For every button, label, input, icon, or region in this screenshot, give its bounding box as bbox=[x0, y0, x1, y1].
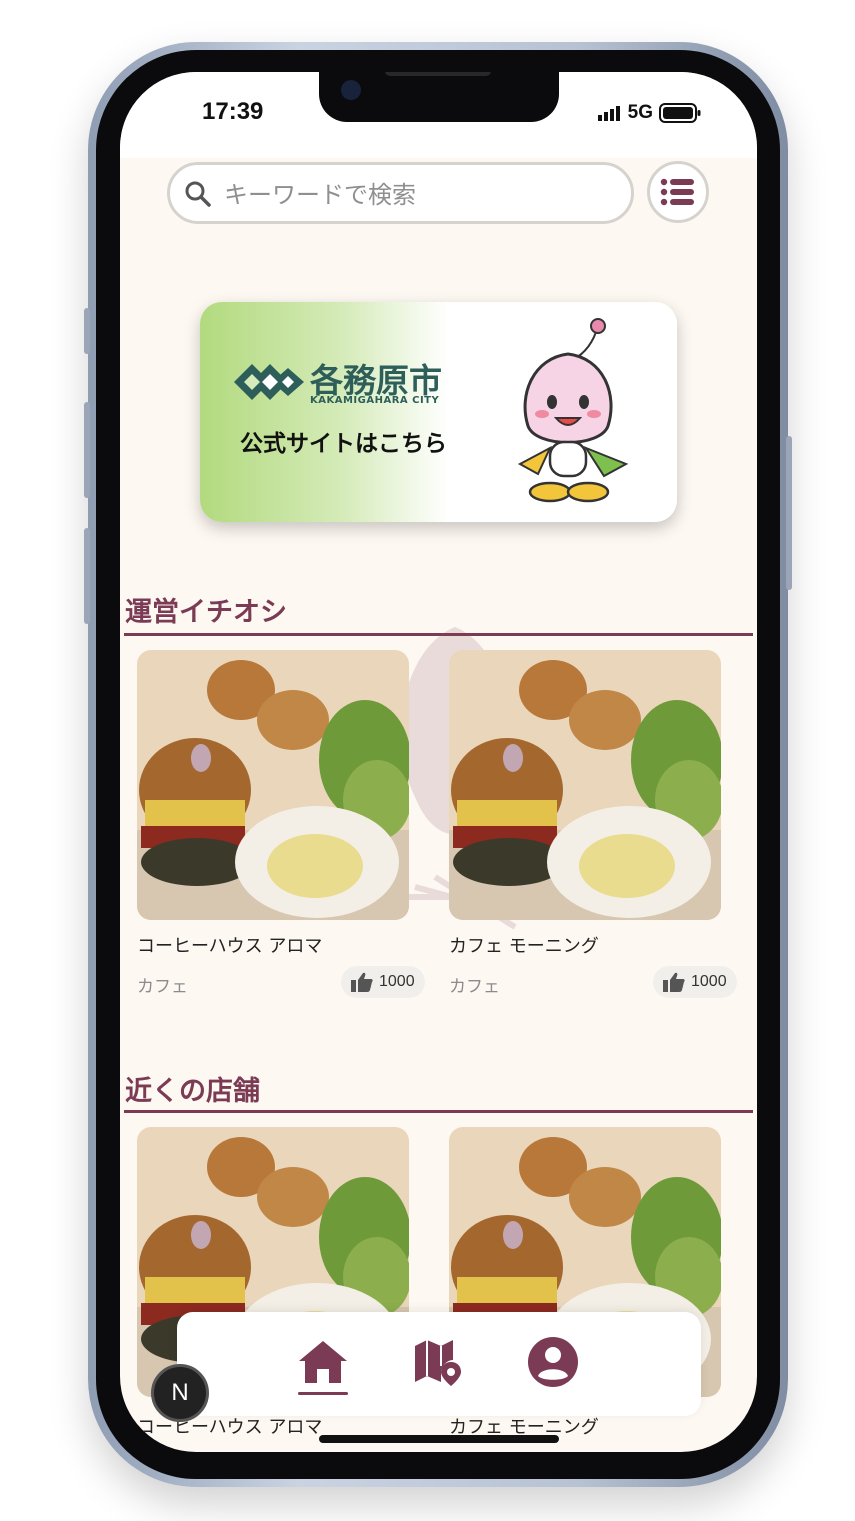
section-divider bbox=[124, 633, 753, 636]
user-icon bbox=[528, 1337, 578, 1387]
search-icon bbox=[185, 181, 211, 207]
shop-name: コーヒーハウス アロマ bbox=[137, 936, 323, 957]
speaker bbox=[385, 72, 491, 76]
section-title-nearby: 近くの店舗 bbox=[125, 1076, 260, 1107]
battery-icon bbox=[659, 103, 701, 123]
power-button bbox=[786, 436, 792, 590]
home-indicator bbox=[319, 1435, 559, 1443]
official-site-banner[interactable]: 各務原市 KAKAMIGAHARA CITY 公式サイトはこちら bbox=[200, 302, 677, 522]
signal-icon bbox=[597, 106, 620, 121]
city-name-en: KAKAMIGAHARA CITY bbox=[310, 395, 440, 406]
mascot-icon bbox=[517, 318, 629, 503]
like-button[interactable]: 1000 bbox=[653, 966, 737, 998]
thumbs-up-icon bbox=[663, 972, 685, 992]
shop-photo bbox=[137, 650, 409, 920]
official-site-link-text: 公式サイトはこちら bbox=[240, 431, 447, 457]
section-divider bbox=[124, 1110, 753, 1113]
status-indicators: 5G bbox=[597, 102, 701, 124]
like-count: 1000 bbox=[379, 973, 415, 990]
nav-profile[interactable] bbox=[523, 1332, 583, 1392]
nav-active-indicator bbox=[298, 1392, 348, 1395]
volume-up-button bbox=[84, 402, 90, 498]
like-button[interactable]: 1000 bbox=[341, 966, 425, 998]
shop-name: カフェ モーニング bbox=[449, 936, 599, 957]
nav-map[interactable] bbox=[407, 1332, 467, 1392]
thumbs-up-icon bbox=[351, 972, 373, 992]
page: 17:39 5G キーワードで検索 各務原市 KAKAMIGAHARA CITY… bbox=[0, 0, 855, 1521]
list-icon bbox=[660, 178, 694, 206]
search-bar[interactable] bbox=[167, 162, 634, 224]
network-type: 5G bbox=[627, 102, 653, 123]
dev-indicator-badge[interactable]: N bbox=[151, 1364, 209, 1422]
notch bbox=[319, 72, 559, 122]
nav-home[interactable] bbox=[293, 1332, 353, 1392]
list-menu-button[interactable] bbox=[647, 161, 709, 223]
search-input[interactable] bbox=[222, 177, 606, 213]
map-pin-icon bbox=[415, 1340, 461, 1386]
camera bbox=[341, 80, 361, 100]
shop-category: カフェ bbox=[137, 977, 188, 997]
app-screen: 17:39 5G キーワードで検索 各務原市 KAKAMIGAHARA CITY… bbox=[120, 72, 757, 1452]
shop-photo bbox=[449, 650, 721, 920]
like-count: 1000 bbox=[691, 973, 727, 990]
city-emblem-icon bbox=[234, 364, 304, 400]
status-bar: 17:39 5G bbox=[120, 72, 757, 158]
status-time: 17:39 bbox=[202, 98, 264, 125]
volume-down-button bbox=[84, 528, 90, 624]
home-icon bbox=[299, 1341, 347, 1383]
bottom-nav bbox=[177, 1312, 701, 1416]
shop-category: カフェ bbox=[449, 977, 500, 997]
section-title-recommended: 運営イチオシ bbox=[125, 597, 287, 628]
mute-switch bbox=[84, 308, 90, 354]
